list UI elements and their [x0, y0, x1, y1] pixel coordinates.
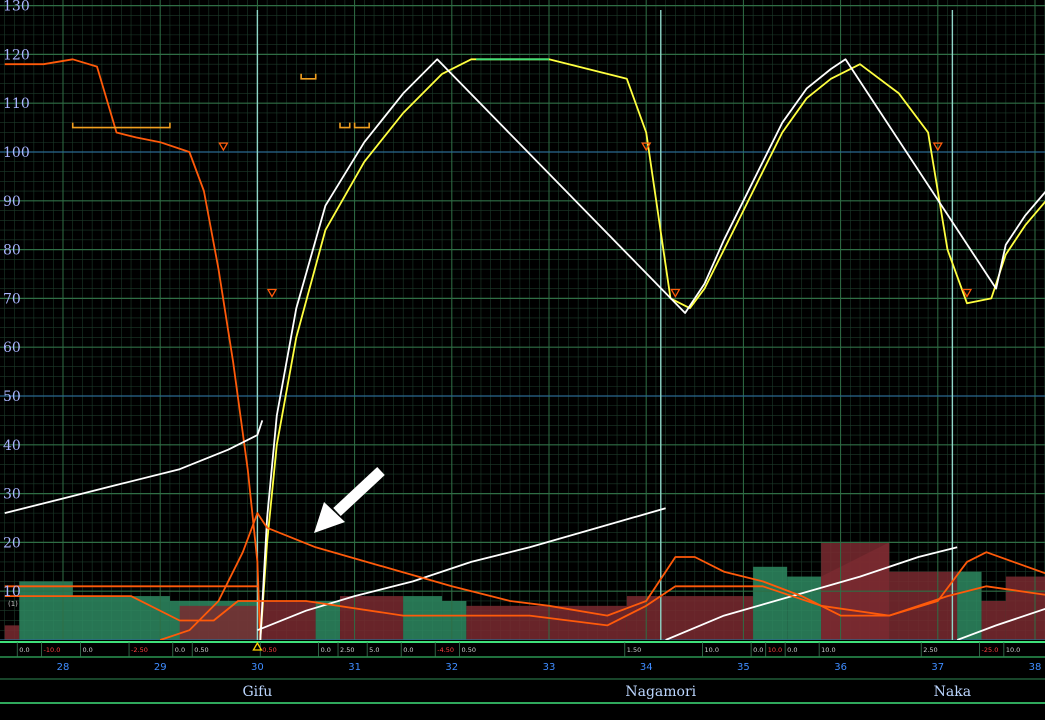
- station-name: Nagamori: [625, 684, 696, 700]
- gradient-label: 1.50: [627, 646, 641, 654]
- gradient-label: -4.50: [437, 646, 454, 654]
- y-tick-label: 130: [3, 0, 30, 15]
- gradient-label: 0.50: [194, 646, 208, 654]
- profile-band: [957, 571, 982, 640]
- gradient-label: 2.50: [923, 646, 937, 654]
- x-tick-label: 32: [445, 662, 458, 673]
- x-tick-label: 33: [543, 662, 556, 673]
- profile-band: [442, 600, 467, 640]
- y-tick-label: 100: [3, 145, 30, 161]
- station-name: Gifu: [242, 684, 272, 700]
- profile-band: [753, 566, 788, 640]
- y-tick-label: 20: [3, 535, 21, 551]
- profile-band: [403, 596, 443, 640]
- y-tick-label: 120: [3, 47, 30, 63]
- gradient-label: 0.0: [753, 646, 763, 654]
- y-tick-label: 60: [3, 340, 21, 356]
- gradient-label: -2.50: [131, 646, 148, 654]
- profile-band: [981, 600, 1006, 640]
- profile-band: [179, 605, 258, 640]
- profile-band: [72, 596, 170, 640]
- gradient-label: 10.0: [768, 646, 782, 654]
- x-tick-label: 38: [1029, 662, 1042, 673]
- small-label: (1): [8, 600, 18, 608]
- gradient-label: 0.50: [262, 646, 276, 654]
- x-tick-label: 28: [57, 662, 70, 673]
- x-tick-label: 30: [251, 662, 264, 673]
- gradient-label: -10.0: [44, 646, 61, 654]
- gradient-label: 10.0: [821, 646, 835, 654]
- gradient-label: 0.0: [175, 646, 185, 654]
- y-tick-label: 80: [3, 243, 21, 259]
- bottom-strip-bg: [0, 640, 1045, 720]
- x-tick-label: 29: [154, 662, 167, 673]
- profile-band: [257, 600, 316, 640]
- profile-band: [19, 581, 73, 640]
- gradient-label: -25.0: [982, 646, 999, 654]
- station-name: Naka: [934, 684, 971, 700]
- gradient-label: 0.0: [82, 646, 92, 654]
- profile-band: [340, 596, 404, 640]
- gradient-label: 0.0: [321, 646, 331, 654]
- gradient-label: 0.0: [403, 646, 413, 654]
- gradient-label: 0.0: [787, 646, 797, 654]
- run-curve-chart: 130 120 110 100 90 80 70 60 50 40 30 20 10(1) 0.0 -10…: [0, 0, 1045, 720]
- gradient-label: 0.50: [462, 646, 476, 654]
- profile-band: [4, 625, 20, 640]
- profile-band: [787, 576, 822, 640]
- x-tick-label: 31: [348, 662, 361, 673]
- y-tick-label: 10: [3, 584, 21, 600]
- x-tick-label: 37: [931, 662, 944, 673]
- y-tick-label: 30: [3, 487, 21, 503]
- profile-band: [1005, 576, 1045, 640]
- bottom-strip: 0.0 -10.0 0.0 -2.50 0.0 0.50 0.50 0.0 2.50 5.0 0.0…: [0, 640, 1045, 720]
- gradient-label: 10.0: [1006, 646, 1020, 654]
- gradient-label: 5.0: [369, 646, 379, 654]
- x-tick-label: 35: [737, 662, 750, 673]
- gradient-label: 10.0: [705, 646, 719, 654]
- y-tick-label: 70: [3, 291, 21, 307]
- x-tick-label: 34: [640, 662, 653, 673]
- y-tick-label: 90: [3, 194, 21, 210]
- y-tick-label: 110: [3, 96, 30, 112]
- y-tick-label: 50: [3, 389, 21, 405]
- y-tick-label: 40: [3, 438, 21, 454]
- x-tick-label: 36: [834, 662, 847, 673]
- gradient-label: 0.0: [19, 646, 29, 654]
- gradient-label: 2.50: [340, 646, 354, 654]
- profile-band: [466, 605, 627, 640]
